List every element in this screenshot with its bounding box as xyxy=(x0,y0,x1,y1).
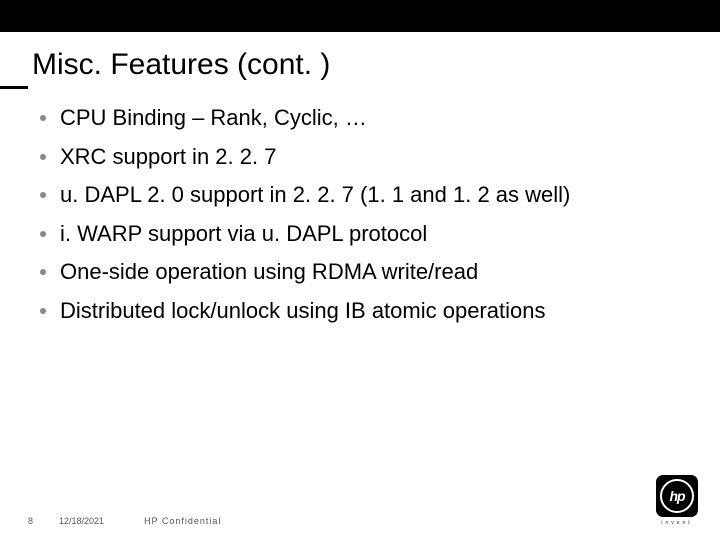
bullet-icon xyxy=(40,231,46,237)
bullet-icon xyxy=(40,269,46,275)
bullet-item: One-side operation using RDMA write/read xyxy=(40,258,680,287)
bullet-item: u. DAPL 2. 0 support in 2. 2. 7 (1. 1 an… xyxy=(40,181,680,210)
top-strip xyxy=(0,0,720,32)
bullet-text: u. DAPL 2. 0 support in 2. 2. 7 (1. 1 an… xyxy=(60,181,570,210)
bullet-text: One-side operation using RDMA write/read xyxy=(60,258,478,287)
bullet-icon xyxy=(40,308,46,314)
bullet-icon xyxy=(40,115,46,121)
bullet-text: Distributed lock/unlock using IB atomic … xyxy=(60,297,545,326)
hp-logo-text: hp xyxy=(660,479,694,513)
content-area: CPU Binding – Rank, Cyclic, … XRC suppor… xyxy=(40,104,680,336)
hp-logo-block: hp invent xyxy=(656,475,698,526)
slide-title: Misc. Features (cont. ) xyxy=(32,48,330,82)
title-underline xyxy=(0,86,28,89)
bullet-icon xyxy=(40,154,46,160)
footer-date: 12/18/2021 xyxy=(59,516,104,526)
bullet-item: XRC support in 2. 2. 7 xyxy=(40,143,680,172)
page-number: 8 xyxy=(28,516,33,526)
bullet-item: CPU Binding – Rank, Cyclic, … xyxy=(40,104,680,133)
bullet-text: i. WARP support via u. DAPL protocol xyxy=(60,220,427,249)
bullet-icon xyxy=(40,192,46,198)
bullet-item: i. WARP support via u. DAPL protocol xyxy=(40,220,680,249)
bullet-text: CPU Binding – Rank, Cyclic, … xyxy=(60,104,367,133)
bullet-text: XRC support in 2. 2. 7 xyxy=(60,143,276,172)
hp-logo-icon: hp xyxy=(656,475,698,517)
bullet-item: Distributed lock/unlock using IB atomic … xyxy=(40,297,680,326)
footer-confidential: HP Confidential xyxy=(144,516,221,526)
slide: Misc. Features (cont. ) CPU Binding – Ra… xyxy=(0,0,720,540)
footer: 8 12/18/2021 HP Confidential xyxy=(28,516,221,526)
hp-logo-sub: invent xyxy=(656,520,698,526)
